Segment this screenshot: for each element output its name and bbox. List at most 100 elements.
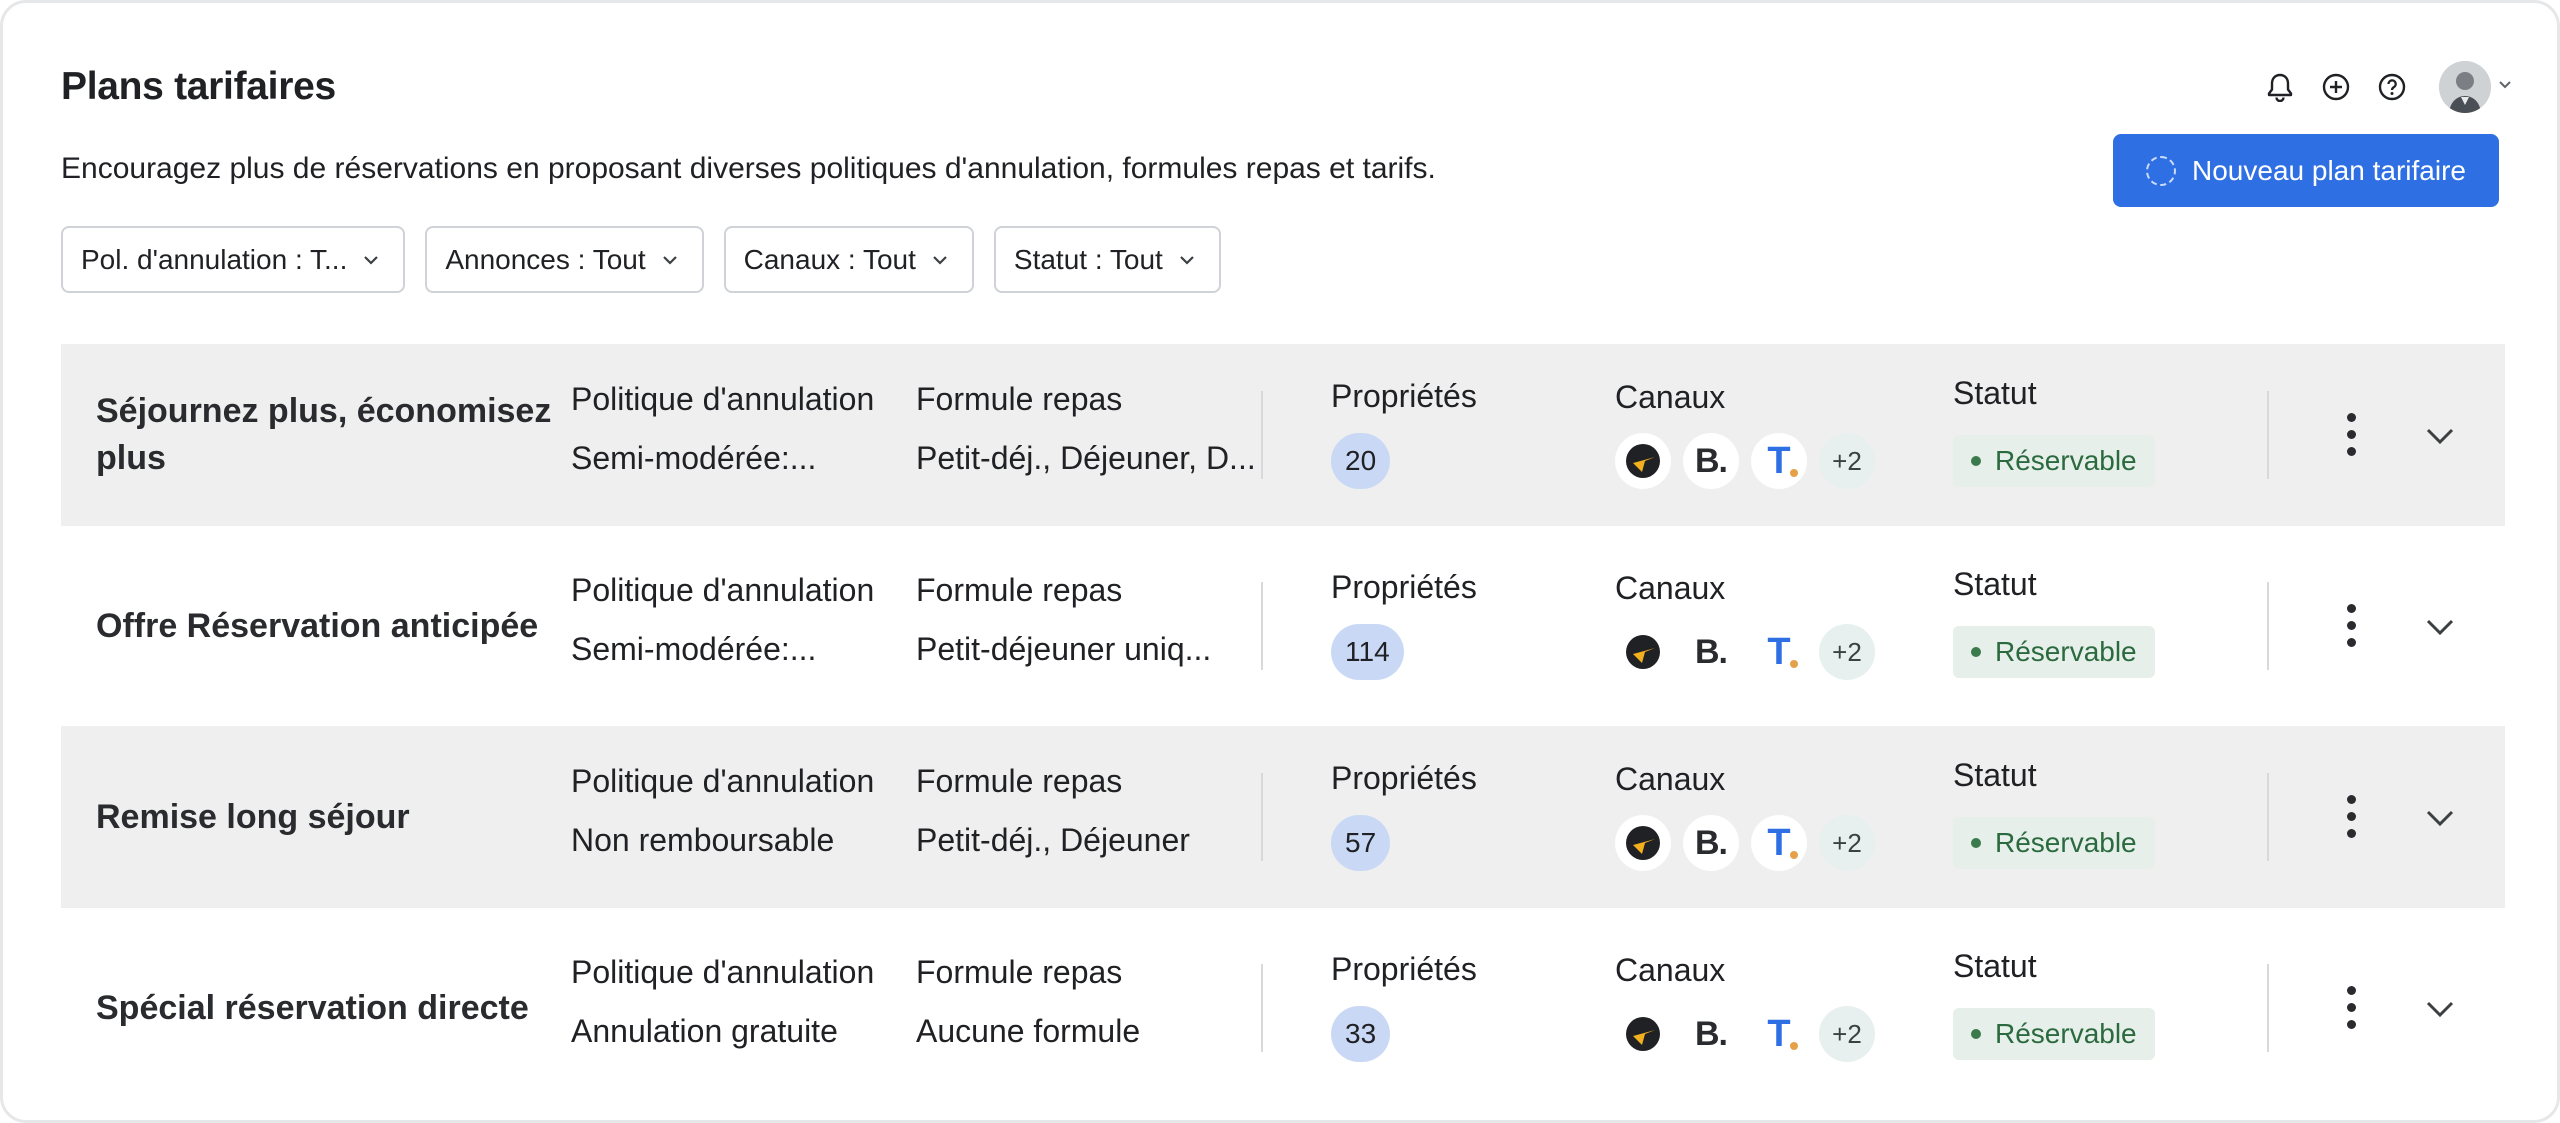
channels-header: Canaux [1615,761,1726,797]
column-divider [1261,582,1263,670]
status-dot [1971,1029,1981,1039]
status-badge: Réservable [1953,435,2155,487]
chevron-down-icon [662,255,677,265]
filter-channels[interactable]: Canaux : Tout [723,226,974,293]
status-header: Statut [1953,375,2037,411]
rate-plan-name: Séjournez plus, économisez plus [96,392,552,477]
top-toolbar [2263,61,2513,113]
meal-header: Formule repas [916,763,1123,799]
filter-label: Statut : Tout [1013,243,1163,275]
chevron-down-icon[interactable] [2497,78,2513,96]
avatar[interactable] [2439,61,2491,113]
properties-header: Propriétés [1331,569,1477,605]
column-divider [2267,582,2269,670]
rate-plan-list: Séjournez plus, économisez plus Politiqu… [61,344,2505,1108]
loading-spinner-icon [2146,155,2177,186]
channels-header: Canaux [1615,379,1726,415]
compass-logo-icon [1615,815,1671,871]
status-header: Statut [1953,566,2037,602]
status-dot [1971,456,1981,466]
help-icon[interactable] [2375,70,2409,104]
status-label: Réservable [1995,636,2137,667]
more-options-icon[interactable] [2331,788,2371,844]
channel-logos: B. T +2 [1615,433,1875,489]
filter-status[interactable]: Statut : Tout [993,226,1221,293]
status-badge: Réservable [1953,817,2155,869]
policy-header: Politique d'annulation [571,381,875,417]
column-divider [1261,964,1263,1052]
column-divider [1261,773,1263,861]
chevron-down-icon[interactable] [2418,414,2462,458]
properties-header: Propriétés [1331,378,1477,414]
chevron-down-icon [933,255,947,265]
rate-plan-row[interactable]: Offre Réservation anticipée Politique d'… [61,535,2505,717]
rate-plan-name: Offre Réservation anticipée [96,606,539,645]
chevron-down-icon [364,255,379,265]
more-options-icon[interactable] [2331,597,2371,653]
account-menu[interactable] [2439,61,2513,113]
filter-cancellation-policy[interactable]: Pol. d'annulation : T... [61,226,406,293]
policy-header: Politique d'annulation [571,763,875,799]
status-label: Réservable [1995,827,2137,858]
properties-count: 33 [1331,1006,1391,1062]
more-channels-count[interactable]: +2 [1819,815,1875,871]
filter-listings[interactable]: Annonces : Tout [425,226,704,293]
channel-logos: B. T +2 [1615,815,1875,871]
meal-header: Formule repas [916,954,1123,990]
rate-plans-panel: Plans tarifaires Encouragez plus de rése… [0,0,2560,1123]
channels-header: Canaux [1615,952,1726,988]
policy-header: Politique d'annulation [571,572,875,608]
status-header: Statut [1953,757,2037,793]
new-rate-plan-label: Nouveau plan tarifaire [2192,154,2466,186]
booking-logo-icon: B. [1683,815,1739,871]
policy-value: Semi-modérée:... [571,631,817,667]
compass-logo-icon [1615,1006,1671,1062]
t-logo-icon: T [1751,1006,1807,1062]
properties-count: 114 [1331,624,1404,680]
more-channels-count[interactable]: +2 [1819,624,1875,680]
new-rate-plan-button[interactable]: Nouveau plan tarifaire [2113,134,2499,207]
policy-value: Annulation gratuite [571,1013,838,1049]
bell-icon[interactable] [2263,70,2297,104]
chevron-down-icon[interactable] [2418,605,2462,649]
policy-value: Non remboursable [571,822,835,858]
more-channels-count[interactable]: +2 [1819,433,1875,489]
channel-logos: B. T +2 [1615,1006,1875,1062]
more-options-icon[interactable] [2331,406,2371,462]
chevron-down-icon [1180,255,1194,265]
channel-logos: B. T +2 [1615,624,1875,680]
meal-header: Formule repas [916,572,1123,608]
more-options-icon[interactable] [2331,979,2371,1035]
column-divider [1261,391,1263,479]
t-logo-icon: T [1751,433,1807,489]
status-badge: Réservable [1953,626,2155,678]
add-circle-icon[interactable] [2319,70,2353,104]
chevron-down-icon[interactable] [2418,987,2462,1031]
chevron-down-icon[interactable] [2418,796,2462,840]
t-logo-icon: T [1751,815,1807,871]
meal-value: Petit-déj., Déjeuner, D... [916,440,1256,476]
channels-header: Canaux [1615,570,1726,606]
t-logo-icon: T [1751,624,1807,680]
rate-plan-name: Spécial réservation directe [96,988,529,1027]
properties-header: Propriétés [1331,760,1477,796]
rate-plan-row[interactable]: Séjournez plus, économisez plus Politiqu… [61,344,2505,526]
page-title: Plans tarifaires [61,65,336,108]
booking-logo-icon: B. [1695,1014,1728,1053]
status-dot [1971,838,1981,848]
rate-plan-row[interactable]: Remise long séjour Politique d'annulatio… [61,726,2505,908]
properties-header: Propriétés [1331,951,1477,987]
more-channels-count[interactable]: +2 [1819,1006,1875,1062]
filter-label: Pol. d'annulation : T... [81,243,348,275]
meal-value: Petit-déjeuner uniq... [916,631,1212,667]
properties-count: 57 [1331,815,1391,871]
policy-value: Semi-modérée:... [571,440,817,476]
rate-plan-row[interactable]: Spécial réservation directe Politique d'… [61,917,2505,1099]
booking-logo-icon: B. [1695,632,1728,671]
policy-header: Politique d'annulation [571,954,875,990]
status-label: Réservable [1995,445,2137,476]
meal-header: Formule repas [916,381,1123,417]
column-divider [2267,964,2269,1052]
meal-value: Aucune formule [916,1013,1141,1049]
column-divider [2267,773,2269,861]
